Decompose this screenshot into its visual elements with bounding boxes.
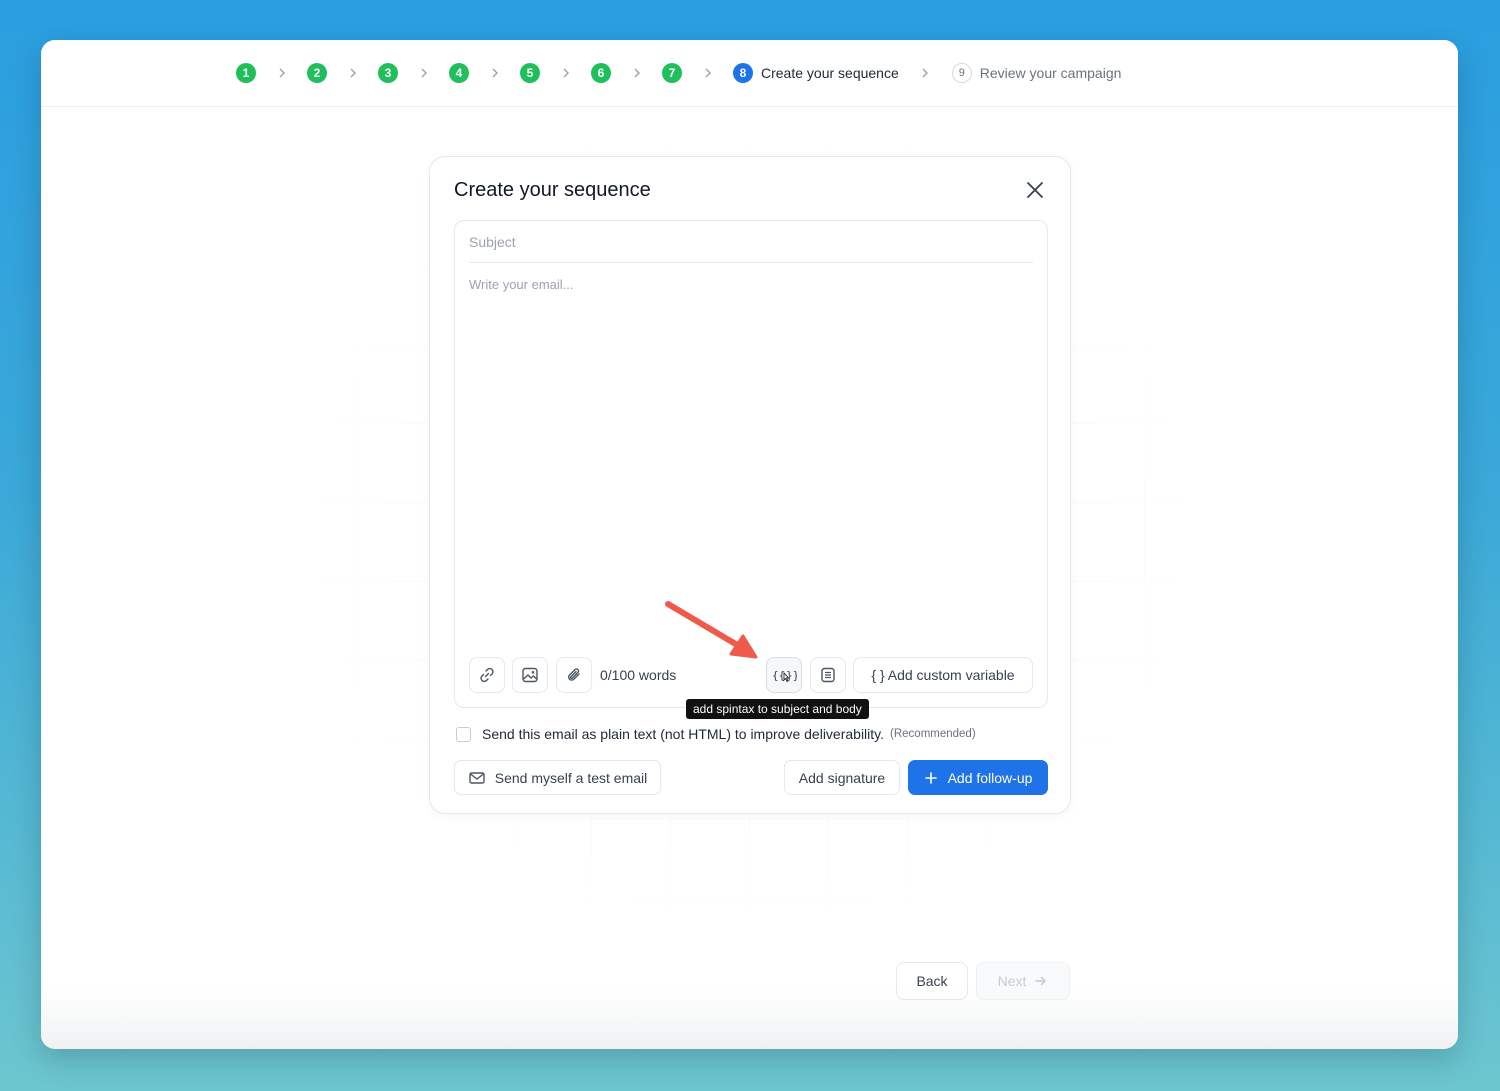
send-test-email-label: Send myself a test email: [494, 769, 648, 786]
plaintext-label: Send this email as plain text (not HTML)…: [482, 726, 885, 742]
insert-image-button[interactable]: [512, 657, 548, 693]
step-number: 1: [236, 63, 256, 83]
step-label: Create your sequence: [761, 65, 899, 81]
step-number: 8: [733, 63, 753, 83]
step-label: Review your campaign: [979, 65, 1122, 81]
word-count: 0/100 words: [600, 667, 677, 683]
spintax-button[interactable]: {{}}: [766, 657, 802, 693]
modal-title: Create your sequence: [454, 179, 651, 201]
send-test-email-button[interactable]: Send myself a test email: [454, 760, 661, 795]
step-number: 6: [591, 63, 611, 83]
subject-input[interactable]: [469, 221, 1033, 263]
chevron-right-icon: [682, 68, 733, 78]
sequence-modal: Create your sequence 0/100 words {{}}: [429, 156, 1071, 814]
step-number: 5: [520, 63, 540, 83]
plus-icon: [924, 771, 937, 784]
step-2[interactable]: 2: [307, 63, 327, 83]
recommended-badge: (Recommended): [890, 728, 976, 740]
chevron-right-icon: [327, 68, 378, 78]
step-6[interactable]: 6: [591, 63, 611, 83]
step-number: 3: [378, 63, 398, 83]
paperclip-icon: [568, 668, 580, 681]
chevron-right-icon: [398, 68, 449, 78]
step-number: 2: [307, 63, 327, 83]
step-1[interactable]: 1: [236, 63, 256, 83]
image-icon: [522, 667, 538, 683]
step-7[interactable]: 7: [662, 63, 682, 83]
link-icon: [480, 667, 494, 683]
arrow-right-icon: [1035, 976, 1047, 986]
step-number: 7: [662, 63, 682, 83]
chevron-right-icon: [899, 68, 952, 78]
attach-file-button[interactable]: [556, 657, 592, 693]
add-signature-button[interactable]: Add signature: [784, 760, 900, 795]
add-followup-label: Add follow-up: [947, 769, 1033, 786]
step-3[interactable]: 3: [378, 63, 398, 83]
plaintext-checkbox[interactable]: [456, 726, 471, 742]
add-followup-button[interactable]: Add follow-up: [908, 760, 1048, 795]
email-editor: 0/100 words {{}} { } Add custom variable: [454, 220, 1048, 708]
template-icon: [821, 667, 835, 683]
step-8-active[interactable]: 8 Create your sequence: [733, 63, 899, 83]
app-window: 1 2 3 4 5 6 7 8 Create your sequence 9 R…: [41, 40, 1458, 1049]
next-label: Next: [997, 973, 1027, 989]
chevron-right-icon: [540, 68, 591, 78]
close-icon[interactable]: [1024, 179, 1046, 201]
insert-link-button[interactable]: [469, 657, 505, 693]
svg-text:{{: {{: [772, 669, 785, 682]
bottom-fade: [41, 989, 1458, 1049]
add-custom-variable-button[interactable]: { } Add custom variable: [853, 657, 1033, 693]
step-5[interactable]: 5: [520, 63, 540, 83]
plaintext-option: Send this email as plain text (not HTML)…: [456, 726, 976, 742]
email-body-input[interactable]: [469, 277, 1033, 637]
template-button[interactable]: [810, 657, 846, 693]
spintax-tooltip: add spintax to subject and body: [686, 699, 869, 719]
step-number: 9: [951, 63, 972, 83]
chevron-right-icon: [256, 68, 307, 78]
chevron-right-icon: [469, 68, 520, 78]
spintax-icon: {{}}: [772, 669, 797, 683]
step-9[interactable]: 9 Review your campaign: [951, 63, 1122, 83]
mail-icon: [469, 771, 485, 784]
chevron-right-icon: [611, 68, 662, 78]
step-4[interactable]: 4: [449, 63, 469, 83]
step-number: 4: [449, 63, 469, 83]
progress-stepper: 1 2 3 4 5 6 7 8 Create your sequence 9 R…: [41, 40, 1458, 107]
